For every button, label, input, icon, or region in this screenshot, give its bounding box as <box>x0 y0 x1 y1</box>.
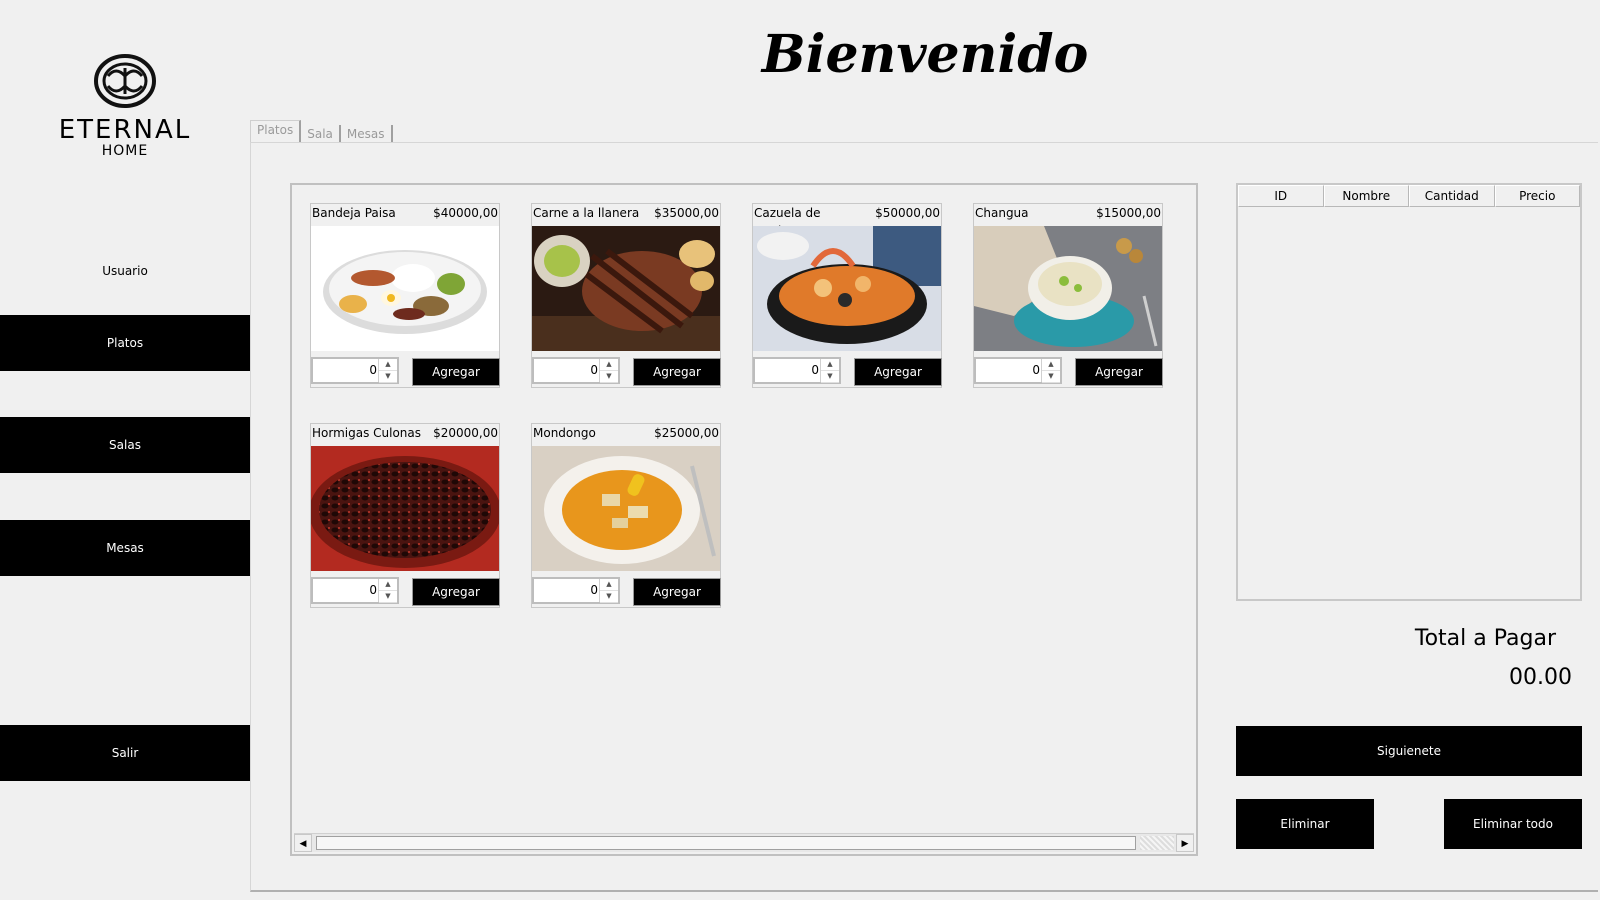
product-price: $15000,00 <box>1096 206 1161 220</box>
add-button[interactable]: Agregar <box>633 358 721 386</box>
scrollbar-grip[interactable] <box>1140 836 1174 850</box>
product-card: Hormigas Culonas $20000,00 0 ▲ ▼ Agregar <box>310 423 500 608</box>
add-button[interactable]: Agregar <box>1075 358 1163 386</box>
chevron-down-icon[interactable]: ▼ <box>600 591 618 603</box>
chevron-up-icon[interactable]: ▲ <box>821 359 839 371</box>
quantity-value[interactable]: 0 <box>369 583 377 597</box>
column-header-precio[interactable]: Precio <box>1494 185 1580 207</box>
sidebar: ETERNAL HOME Usuario Platos Salas Mesas … <box>0 0 250 900</box>
brand-subtitle: HOME <box>101 143 149 159</box>
product-card: Changua $15000,00 0 ▲ ▼ Agregar <box>973 203 1163 388</box>
changua-image <box>974 226 1162 351</box>
product-name: Mondongo <box>533 426 596 440</box>
quantity-value[interactable]: 0 <box>811 363 819 377</box>
product-name: Hormigas Culonas <box>312 426 422 440</box>
next-button[interactable]: Siguienete <box>1236 726 1582 776</box>
product-price: $20000,00 <box>433 426 498 440</box>
add-button[interactable]: Agregar <box>412 358 500 386</box>
chevron-down-icon[interactable]: ▼ <box>1042 371 1060 383</box>
product-card: Mondongo $25000,00 0 ▲ ▼ Agregar <box>531 423 721 608</box>
product-price: $25000,00 <box>654 426 719 440</box>
product-card: Cazuela de mariscos $50000,00 0 ▲▼ Agreg… <box>752 203 942 388</box>
quantity-value[interactable]: 0 <box>369 363 377 377</box>
nav-platos-button[interactable]: Platos <box>0 315 250 371</box>
scroll-right-icon[interactable]: ▶ <box>1176 834 1194 852</box>
table-header: ID Nombre Cantidad Precio <box>1238 185 1580 207</box>
quantity-value[interactable]: 0 <box>1032 363 1040 377</box>
tab-sala[interactable]: Sala <box>301 125 341 143</box>
chevron-down-icon[interactable]: ▼ <box>600 371 618 383</box>
product-price: $35000,00 <box>654 206 719 220</box>
product-price: $50000,00 <box>875 206 940 220</box>
delete-button[interactable]: Eliminar <box>1236 799 1374 849</box>
chevron-down-icon[interactable]: ▼ <box>821 371 839 383</box>
quantity-stepper[interactable]: 0 ▲ ▼ <box>753 357 841 384</box>
mondongo-image <box>532 446 720 571</box>
product-grid: Bandeja Paisa $40000,00 0 ▲ ▼ Agregar Car… <box>290 183 1198 856</box>
product-name: Changua <box>975 206 1029 220</box>
product-name: Cazuela de mariscos <box>754 206 821 238</box>
hormigas-culonas-image <box>311 446 499 571</box>
page-title: Bienvenido <box>761 24 1089 85</box>
chevron-up-icon[interactable]: ▲ <box>600 359 618 371</box>
chevron-up-icon[interactable]: ▲ <box>1042 359 1060 371</box>
carne-llanera-image <box>532 226 720 351</box>
order-table[interactable]: ID Nombre Cantidad Precio <box>1236 183 1582 601</box>
bandeja-paisa-image <box>311 226 499 351</box>
tab-mesas[interactable]: Mesas <box>341 125 393 143</box>
nav-mesas-button[interactable]: Mesas <box>0 520 250 576</box>
quantity-stepper[interactable]: 0 ▲ ▼ <box>311 577 399 604</box>
quantity-value[interactable]: 0 <box>590 583 598 597</box>
product-card: Carne a la llanera $35000,00 0 ▲ ▼ Agrega… <box>531 203 721 388</box>
nav-salas-button[interactable]: Salas <box>0 417 250 473</box>
column-header-nombre[interactable]: Nombre <box>1323 185 1409 207</box>
brand-name: ETERNAL <box>58 115 192 145</box>
cazuela-mariscos-image <box>753 226 941 351</box>
tab-platos[interactable]: Platos <box>250 120 302 143</box>
quantity-value[interactable]: 0 <box>590 363 598 377</box>
scrollbar-thumb[interactable] <box>316 836 1136 850</box>
chevron-up-icon[interactable]: ▲ <box>379 359 397 371</box>
product-name: Carne a la llanera <box>533 206 640 220</box>
brand-logo: ETERNAL HOME <box>54 54 196 158</box>
horizontal-scrollbar[interactable]: ◀ ▶ <box>294 833 1194 852</box>
column-header-cantidad[interactable]: Cantidad <box>1409 185 1495 207</box>
delete-all-button[interactable]: Eliminar todo <box>1444 799 1582 849</box>
chevron-up-icon[interactable]: ▲ <box>379 579 397 591</box>
quantity-stepper[interactable]: 0 ▲ ▼ <box>532 357 620 384</box>
add-button[interactable]: Agregar <box>412 578 500 606</box>
add-button[interactable]: Agregar <box>854 358 942 386</box>
chevron-down-icon[interactable]: ▼ <box>379 591 397 603</box>
product-card: Bandeja Paisa $40000,00 0 ▲ ▼ Agregar <box>310 203 500 388</box>
chevron-up-icon[interactable]: ▲ <box>600 579 618 591</box>
quantity-stepper[interactable]: 0 ▲ ▼ <box>532 577 620 604</box>
nav-salir-button[interactable]: Salir <box>0 725 250 781</box>
total-label: Total a Pagar <box>1414 626 1556 651</box>
logo-emblem-icon <box>94 54 156 108</box>
chevron-down-icon[interactable]: ▼ <box>379 371 397 383</box>
scroll-left-icon[interactable]: ◀ <box>294 834 312 852</box>
quantity-stepper[interactable]: 0 ▲ ▼ <box>311 357 399 384</box>
user-label[interactable]: Usuario <box>0 264 250 278</box>
product-price: $40000,00 <box>433 206 498 220</box>
column-header-id[interactable]: ID <box>1238 185 1324 207</box>
total-value: 00.00 <box>1509 665 1572 690</box>
tab-bar: Platos Sala Mesas <box>250 120 393 143</box>
add-button[interactable]: Agregar <box>633 578 721 606</box>
quantity-stepper[interactable]: 0 ▲ ▼ <box>974 357 1062 384</box>
product-name: Bandeja Paisa <box>312 206 396 220</box>
